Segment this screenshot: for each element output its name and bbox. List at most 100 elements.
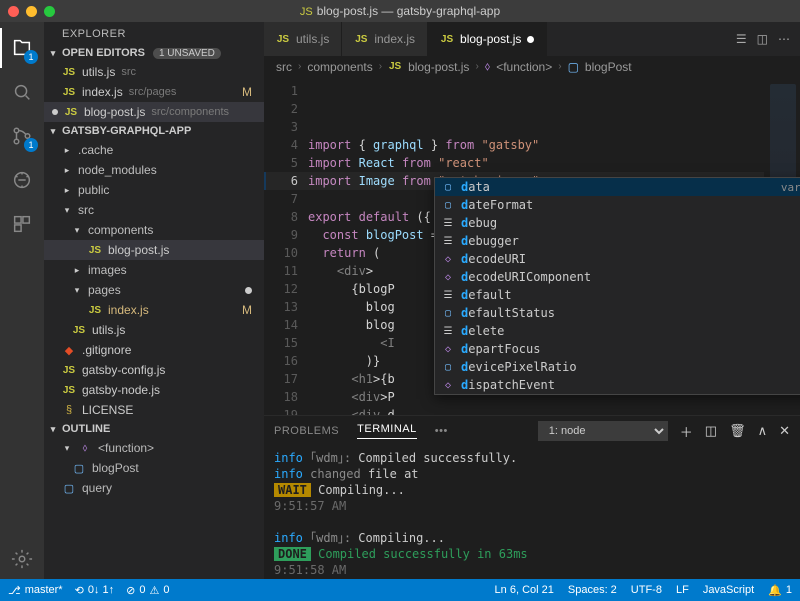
folder-item[interactable]: ▸.cache — [44, 140, 264, 160]
suggest-item[interactable]: ▢defaultStatus — [435, 304, 800, 322]
suggest-item[interactable]: ▢datavar data: anyi — [435, 178, 800, 196]
status-bar: ⎇master* ⟲0↓ 1↑ ⊘0⚠0 Ln 6, Col 21 Spaces… — [0, 579, 800, 601]
chevron-right-icon — [298, 61, 301, 72]
terminal-output[interactable]: info ｢wdm｣: Compiled successfully.info c… — [264, 446, 800, 579]
panel: PROBLEMS TERMINAL ••• 1: node ＋ ◫ 🗑 ∧ ✕ … — [264, 415, 800, 579]
suggest-label: default — [461, 288, 512, 302]
status-language[interactable]: JavaScript — [703, 584, 754, 597]
folder-item[interactable]: ▾components — [44, 220, 264, 240]
panel-tab-problems[interactable]: PROBLEMS — [274, 425, 339, 437]
code-editor[interactable]: 1234567891011121314151617181920 import {… — [264, 78, 800, 415]
suggest-item[interactable]: ◇dispatchEvent — [435, 376, 800, 394]
breadcrumb[interactable]: src components JSblog-post.js ⬨<function… — [264, 56, 800, 78]
status-notifications[interactable]: 🔔1 — [768, 584, 792, 597]
file-item[interactable]: ◆.gitignore — [44, 340, 264, 360]
file-item[interactable]: §LICENSE — [44, 400, 264, 420]
file-item[interactable]: JSindex.jsM — [44, 300, 264, 320]
new-terminal-icon[interactable]: ＋ — [680, 422, 693, 441]
suggest-item[interactable]: ☰debug — [435, 214, 800, 232]
bell-icon: 🔔 — [768, 584, 782, 597]
suggest-item[interactable]: ☰default — [435, 286, 800, 304]
chevron-down-icon: ▾ — [62, 205, 72, 216]
file-item[interactable]: JSutils.js — [44, 320, 264, 340]
status-eol[interactable]: LF — [676, 584, 689, 597]
chevron-down-icon: ▾ — [72, 225, 82, 236]
suggest-item[interactable]: ◇decodeURI — [435, 250, 800, 268]
status-branch[interactable]: ⎇master* — [8, 584, 63, 597]
tab-blog-post[interactable]: JSblog-post.js — [428, 22, 547, 56]
suggest-item[interactable]: ◇departFocus — [435, 340, 800, 358]
breadcrumb-segment[interactable]: <function> — [496, 60, 552, 74]
split-terminal-icon[interactable]: ◫ — [705, 423, 717, 439]
outline-item[interactable]: ▢query — [44, 478, 264, 498]
suggest-label: decodeURIComponent — [461, 270, 591, 284]
js-icon: JS — [88, 245, 102, 256]
folder-item[interactable]: ▸images — [44, 260, 264, 280]
chevron-right-icon: ▸ — [62, 165, 72, 176]
section-label: GATSBY-GRAPHQL-APP — [62, 125, 191, 137]
chevron-down-icon: ▾ — [48, 424, 58, 435]
activity-settings[interactable] — [0, 539, 44, 579]
sidebar: EXPLORER ▾ OPEN EDITORS 1 UNSAVED JS uti… — [44, 22, 264, 579]
compare-icon[interactable]: ☰ — [736, 32, 747, 46]
terminal-select[interactable]: 1: node — [538, 421, 668, 441]
suggest-item[interactable]: ☰debugger — [435, 232, 800, 250]
suggest-item[interactable]: ▢devicePixelRatio — [435, 358, 800, 376]
outline-list: ▾⬨<function> ▢blogPost ▢query — [44, 438, 264, 498]
panel-tab-more[interactable]: ••• — [435, 425, 448, 437]
variable-icon: ▢ — [568, 60, 579, 74]
method-icon: ◇ — [441, 270, 455, 284]
chevron-right-icon: ▸ — [62, 185, 72, 196]
activity-explorer[interactable]: 1 — [0, 28, 44, 68]
suggest-item[interactable]: ☰delete — [435, 322, 800, 340]
suggest-label: devicePixelRatio — [461, 360, 577, 374]
suggest-item[interactable]: ◇ decodeURIComponent — [435, 268, 800, 286]
status-lncol[interactable]: Ln 6, Col 21 — [495, 584, 554, 597]
variable-icon: ▢ — [441, 306, 455, 320]
activity-debug[interactable] — [0, 160, 44, 200]
outline-item[interactable]: ▾⬨<function> — [44, 438, 264, 458]
folder-item[interactable]: ▸public — [44, 180, 264, 200]
status-sync[interactable]: ⟲0↓ 1↑ — [75, 584, 115, 597]
folder-item[interactable]: ▾pages — [44, 280, 264, 300]
close-panel-icon[interactable]: ✕ — [779, 423, 790, 439]
activity-search[interactable] — [0, 72, 44, 112]
open-editor-item[interactable]: JS blog-post.js src/components — [44, 102, 264, 122]
breadcrumb-segment[interactable]: blogPost — [585, 60, 632, 74]
file-item[interactable]: JSgatsby-node.js — [44, 380, 264, 400]
open-editors-list: JS utils.js src JS index.js src/pages M … — [44, 62, 264, 122]
section-open-editors[interactable]: ▾ OPEN EDITORS 1 UNSAVED — [44, 44, 264, 62]
more-icon[interactable]: ⋯ — [778, 32, 790, 46]
tab-index[interactable]: JSindex.js — [342, 22, 428, 56]
section-outline[interactable]: ▾ OUTLINE — [44, 420, 264, 438]
file-item[interactable]: JSgatsby-config.js — [44, 360, 264, 380]
maximize-panel-icon[interactable]: ∧ — [758, 423, 768, 439]
breadcrumb-segment[interactable]: components — [307, 60, 372, 74]
split-editor-icon[interactable]: ◫ — [757, 32, 768, 46]
folder-item[interactable]: ▾src — [44, 200, 264, 220]
status-problems[interactable]: ⊘0⚠0 — [126, 584, 169, 597]
panel-tab-terminal[interactable]: TERMINAL — [357, 423, 417, 439]
open-editor-item[interactable]: JS index.js src/pages M — [44, 82, 264, 102]
status-spaces[interactable]: Spaces: 2 — [568, 584, 617, 597]
activity-scm[interactable]: 1 — [0, 116, 44, 156]
file-item[interactable]: JSblog-post.js — [44, 240, 264, 260]
chevron-down-icon: ▾ — [62, 443, 72, 454]
chevron-right-icon — [558, 61, 561, 72]
js-icon: JS — [388, 61, 402, 72]
js-icon: JS — [440, 34, 454, 45]
tab-utils[interactable]: JSutils.js — [264, 22, 342, 56]
folder-item[interactable]: ▸node_modules — [44, 160, 264, 180]
kill-terminal-icon[interactable]: 🗑 — [729, 423, 746, 439]
suggest-item[interactable]: ▢dateFormat — [435, 196, 800, 214]
section-label: OUTLINE — [62, 423, 110, 435]
activity-extensions[interactable] — [0, 204, 44, 244]
chevron-right-icon: ▸ — [62, 145, 72, 156]
open-editor-item[interactable]: JS utils.js src — [44, 62, 264, 82]
suggest-widget[interactable]: ▢datavar data: anyi▢dateFormat☰debug☰deb… — [434, 177, 800, 395]
breadcrumb-segment[interactable]: src — [276, 60, 292, 74]
breadcrumb-segment[interactable]: blog-post.js — [408, 60, 469, 74]
outline-item[interactable]: ▢blogPost — [44, 458, 264, 478]
status-encoding[interactable]: UTF-8 — [631, 584, 662, 597]
section-project[interactable]: ▾ GATSBY-GRAPHQL-APP — [44, 122, 264, 140]
